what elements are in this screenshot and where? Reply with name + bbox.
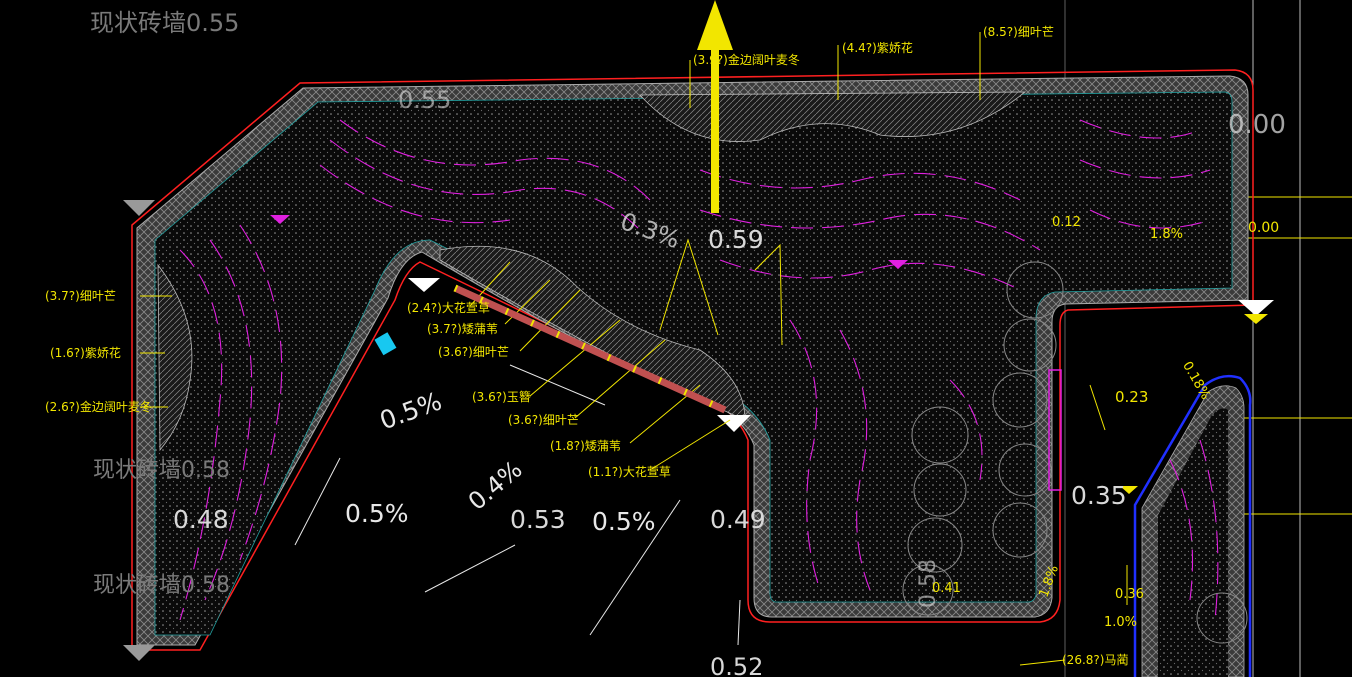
cad-site-plan: 现状砖墙0.55 现状砖墙0.58 现状砖墙0.58 0.55 0.59 0.0… bbox=[45, 0, 1352, 677]
yellow-value: 0.41 bbox=[932, 581, 961, 596]
slope-label: 0.5% bbox=[376, 386, 446, 435]
plant-label: (3.6?)细叶芒 bbox=[438, 344, 509, 359]
wall-label-mid: 现状砖墙0.58 bbox=[93, 458, 230, 483]
slope-label: 0.5% bbox=[592, 507, 656, 536]
elevation-label: 0.55 bbox=[398, 86, 451, 114]
wall-label-low: 现状砖墙0.58 bbox=[93, 573, 230, 598]
yellow-value: 0.12 bbox=[1052, 215, 1081, 230]
slope-label: 0.5% bbox=[345, 499, 409, 528]
plant-label: (1.8?)矮蒲苇 bbox=[550, 439, 621, 453]
plant-label: (2.4?)大花萱草 bbox=[407, 300, 490, 315]
elevation-label: 0.35 bbox=[1071, 481, 1127, 510]
elevation-label: 0.52 bbox=[710, 653, 763, 677]
yellow-value: 0.18% bbox=[1179, 359, 1213, 402]
yellow-value: 0.36 bbox=[1115, 587, 1144, 602]
elevation-label: 0.48 bbox=[173, 505, 229, 534]
plant-label: (26.8?)马蔺 bbox=[1062, 653, 1128, 667]
plant-label: (3.6?)玉簪 bbox=[472, 389, 531, 404]
plant-label: (1.1?)大花萱草 bbox=[588, 464, 671, 479]
plant-label: (3.7?)矮蒲苇 bbox=[427, 322, 498, 336]
plant-label: (2.6?)金边阔叶麦冬 bbox=[45, 399, 152, 414]
plant-label: (3.7?)细叶芒 bbox=[45, 288, 116, 303]
wall-label-top: 现状砖墙0.55 bbox=[90, 9, 239, 37]
plant-label: (4.4?)紫娇花 bbox=[842, 40, 913, 55]
yellow-value: 0.23 bbox=[1115, 388, 1148, 406]
elevation-label: 0.00 bbox=[1248, 220, 1279, 236]
yellow-value: 1.0% bbox=[1104, 615, 1137, 630]
plant-label: (1.6?)紫娇花 bbox=[50, 345, 121, 360]
elevation-label: 0.53 bbox=[510, 505, 566, 534]
elevation-label: 0.00 bbox=[1228, 110, 1286, 140]
elevation-label: 0.59 bbox=[708, 225, 764, 254]
elevation-label: 0.49 bbox=[710, 505, 766, 534]
plant-label: (3.6?)细叶芒 bbox=[508, 412, 579, 427]
plant-label: (3.9?)金边阔叶麦冬 bbox=[693, 52, 800, 67]
yellow-value: 1.8% bbox=[1150, 227, 1183, 242]
plant-label: (8.5?)细叶芒 bbox=[983, 24, 1054, 39]
